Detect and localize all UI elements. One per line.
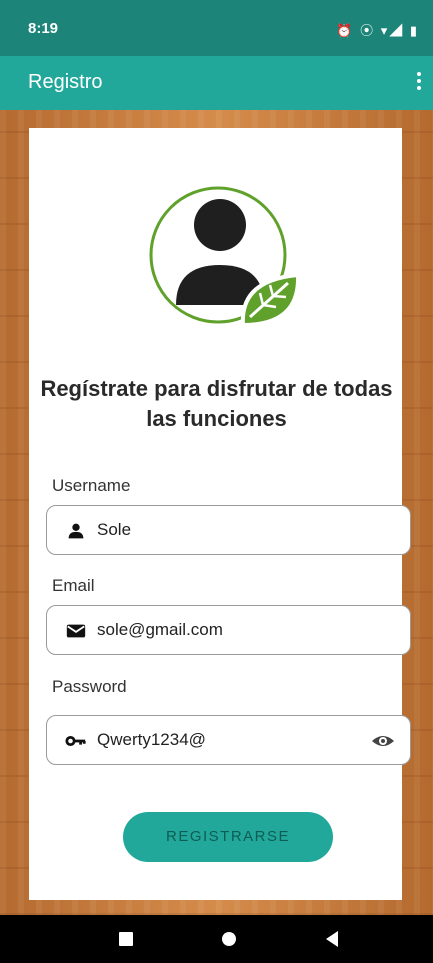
password-label: Password: [52, 677, 127, 696]
password-field[interactable]: Qwerty1234@: [46, 715, 411, 765]
mail-icon: [66, 624, 86, 638]
home-icon[interactable]: [217, 927, 241, 951]
more-options-icon[interactable]: [413, 70, 425, 96]
avatar-leaf-icon: [149, 186, 301, 328]
status-bar: 8:19 ⏰ ⦿ ▾◢ ▮: [0, 0, 433, 56]
page-title: Registro: [28, 71, 103, 93]
person-icon: [68, 523, 84, 539]
username-value: Sole: [97, 520, 132, 539]
username-label: Username: [52, 476, 131, 495]
username-field[interactable]: Sole: [46, 505, 411, 555]
email-field[interactable]: sole@gmail.com: [46, 605, 411, 655]
status-icons: ⏰ ⦿ ▾◢ ▮: [336, 23, 419, 38]
eye-icon[interactable]: [370, 729, 396, 753]
app-bar: Registro: [0, 56, 433, 110]
email-label: Email: [52, 576, 95, 595]
status-time: 8:19: [28, 20, 59, 37]
system-nav-bar: [0, 915, 433, 963]
key-icon: [65, 735, 86, 747]
headline: Regístrate para disfrutar de todas las f…: [40, 376, 393, 431]
recents-icon[interactable]: [114, 927, 138, 951]
register-button[interactable]: REGISTRARSE: [123, 812, 333, 862]
email-value: sole@gmail.com: [97, 620, 223, 639]
back-icon[interactable]: [320, 927, 344, 951]
password-value: Qwerty1234@: [97, 730, 206, 749]
